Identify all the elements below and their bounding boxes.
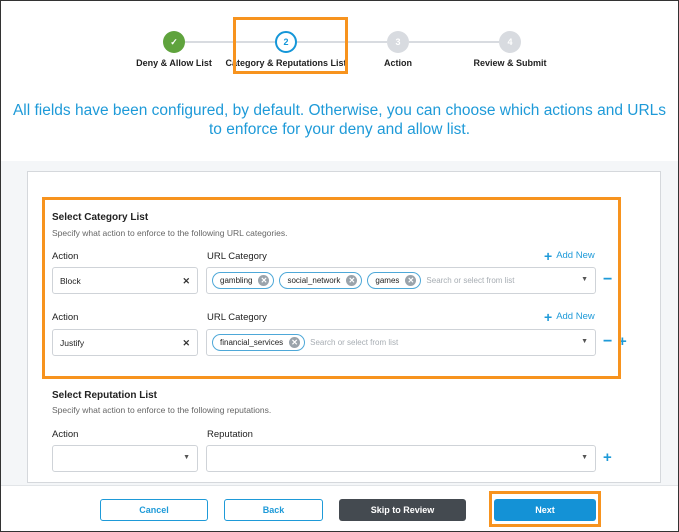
instruction-headline: All fields have been configured, by defa… xyxy=(12,102,667,138)
chevron-down-icon[interactable]: ▼ xyxy=(183,454,190,461)
back-button[interactable]: Back xyxy=(224,499,323,521)
step-1-check-icon[interactable]: ✓ xyxy=(163,31,185,53)
step-4-label: Review & Submit xyxy=(473,58,547,68)
action-label: Action xyxy=(52,429,79,440)
skip-to-review-button[interactable]: Skip to Review xyxy=(339,499,466,521)
highlight-category-section xyxy=(42,197,621,379)
step-4-circle[interactable]: 4 xyxy=(499,31,521,53)
reputation-action-select[interactable]: ▼ xyxy=(52,445,198,472)
step-3-circle[interactable]: 3 xyxy=(387,31,409,53)
reputation-select[interactable]: ▼ xyxy=(206,445,596,472)
chevron-down-icon[interactable]: ▼ xyxy=(581,454,588,461)
reputation-section-title: Select Reputation List xyxy=(52,390,158,401)
cancel-button[interactable]: Cancel xyxy=(100,499,208,521)
highlight-next-button xyxy=(489,491,601,527)
step-3-label: Action xyxy=(384,58,412,68)
step-connector xyxy=(409,41,499,43)
highlight-current-step xyxy=(233,17,348,74)
reputation-label: Reputation xyxy=(207,429,253,440)
add-row-icon[interactable]: + xyxy=(603,450,612,465)
reputation-section-description: Specify what action to enforce to the fo… xyxy=(52,405,272,415)
step-1-label: Deny & Allow List xyxy=(136,58,212,68)
